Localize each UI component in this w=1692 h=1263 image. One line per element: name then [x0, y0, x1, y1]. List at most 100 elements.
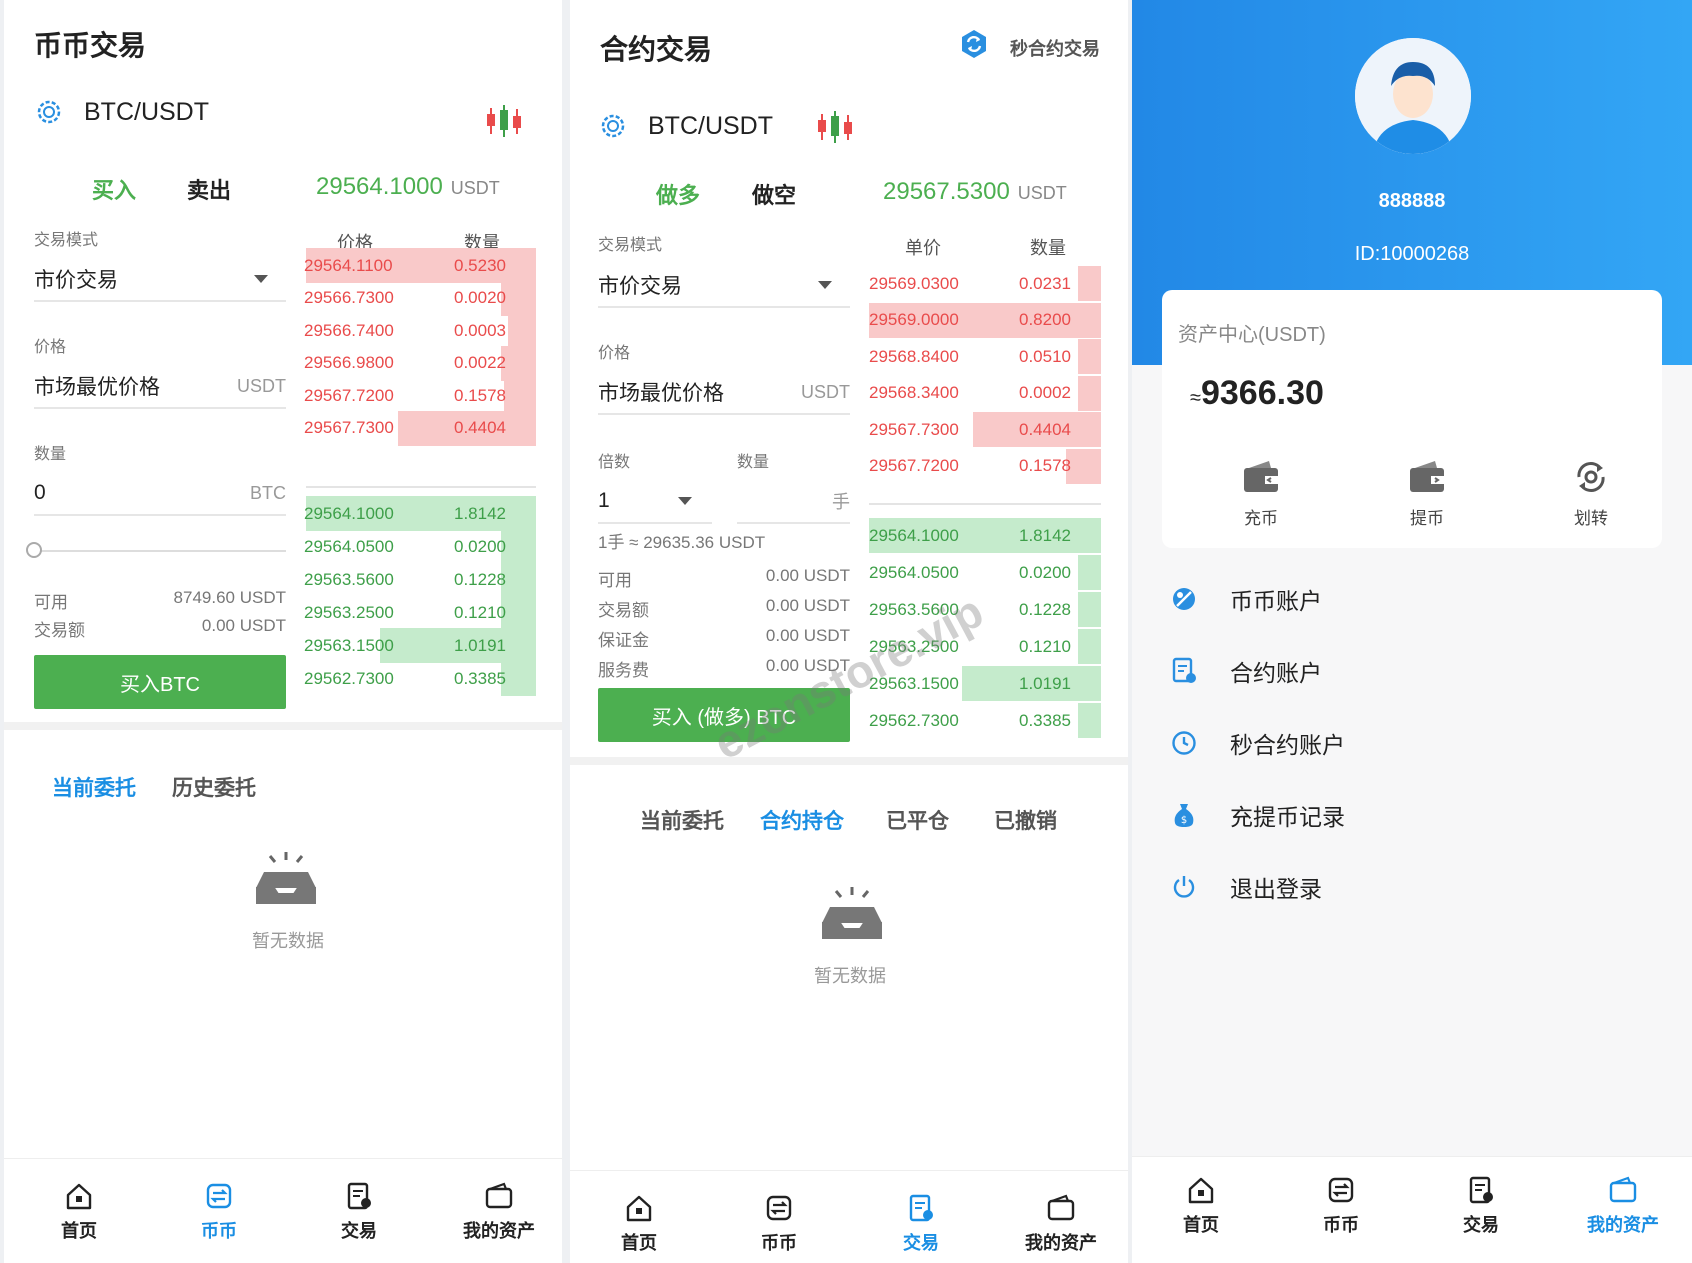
ask-row[interactable]: 29567.7200 0.1578 [294, 378, 536, 413]
tab-open-positions[interactable]: 合约持仓 [760, 805, 844, 835]
qty-slider-handle[interactable] [26, 542, 42, 558]
transfer-button[interactable]: 划转 [1546, 458, 1636, 529]
menu-logout[interactable]: 退出登录 [1170, 870, 1322, 904]
ask-row[interactable]: 29569.0000 0.8200 [859, 302, 1101, 338]
pair-label: BTC/USDT [84, 97, 209, 126]
bid-row[interactable]: 29563.2500 0.1210 [859, 629, 1101, 664]
ask-row[interactable]: 29567.7200 0.1578 [859, 448, 1101, 484]
mode-label: 交易模式 [598, 237, 663, 254]
bid-row[interactable]: 29564.1000 1.8142 [859, 518, 1101, 553]
order-price: 29563.1500 [304, 635, 394, 655]
withdraw-wallet-icon [1410, 461, 1444, 492]
withdraw-button[interactable]: 提币 [1382, 458, 1472, 529]
second-contract-link[interactable]: 秒合约交易 [1010, 35, 1100, 61]
tab-cancelled[interactable]: 已撤销 [994, 805, 1057, 835]
bid-row[interactable]: 29563.5600 0.1228 [294, 562, 536, 597]
price-label: 价格 [598, 345, 631, 362]
nav-spot[interactable]: 币币 [1286, 1175, 1396, 1237]
sell-tab[interactable]: 卖出 [187, 173, 231, 205]
deposit-button[interactable]: 充币 [1216, 458, 1306, 529]
ask-row[interactable]: 29566.7400 0.0003 [294, 313, 536, 348]
empty-text: 暂无数据 [814, 966, 886, 986]
avatar[interactable] [1355, 38, 1471, 154]
buy-btc-button[interactable]: 买入BTC [34, 655, 286, 709]
deposit-wallet-icon [1244, 461, 1278, 492]
ask-row[interactable]: 29568.8400 0.0510 [859, 339, 1101, 374]
pair-selector[interactable]: BTC/USDT [598, 111, 773, 141]
menu-spot-account[interactable]: 币币账户 [1170, 582, 1322, 616]
order-price: 29569.0300 [869, 273, 959, 293]
order-qty: 0.5230 [454, 255, 506, 275]
refresh-icon[interactable] [958, 28, 990, 60]
short-tab[interactable]: 做空 [752, 178, 796, 210]
wallet-icon [1609, 1176, 1637, 1203]
ask-row[interactable]: 29564.1100 0.5230 [294, 248, 536, 283]
nav-home[interactable]: 首页 [24, 1181, 134, 1243]
nav-spot[interactable]: 币币 [164, 1181, 274, 1243]
bid-row[interactable]: 29564.0500 0.0200 [294, 529, 536, 564]
bid-row[interactable]: 29563.1500 1.0191 [859, 666, 1101, 701]
mode-select[interactable]: 市价交易 [598, 264, 850, 308]
long-tab[interactable]: 做多 [656, 178, 700, 210]
ask-row[interactable]: 29567.7300 0.4404 [859, 412, 1101, 447]
ask-row[interactable]: 29567.7300 0.4404 [294, 410, 536, 446]
pair-selector[interactable]: BTC/USDT [34, 97, 209, 127]
ask-row[interactable]: 29566.7300 0.0020 [294, 280, 536, 316]
bid-row[interactable]: 29563.1500 1.0191 [294, 628, 536, 663]
lot-info: 1手 ≈ 29635.36 USDT [598, 533, 766, 552]
nav-home[interactable]: 首页 [584, 1193, 694, 1255]
fee-row: 服务费 0.00 USDT [598, 656, 850, 680]
bid-row[interactable]: 29564.1000 1.8142 [294, 496, 536, 531]
qty-input[interactable]: 0 BTC [34, 472, 286, 516]
nav-assets[interactable]: 我的资产 [1006, 1193, 1116, 1255]
price-input[interactable]: 市场最优价格 USDT [34, 365, 286, 409]
bid-row[interactable]: 29563.2500 0.1210 [294, 595, 536, 630]
qty-slider-track[interactable] [34, 550, 286, 552]
bid-row[interactable]: 29562.7300 0.3385 [294, 661, 536, 696]
order-qty: 1.8142 [454, 503, 506, 523]
tab-closed-positions[interactable]: 已平仓 [886, 805, 949, 835]
ask-row[interactable]: 29569.0300 0.0231 [859, 266, 1101, 301]
menu-contract-account[interactable]: 合约账户 [1170, 654, 1322, 688]
tab-current-orders[interactable]: 当前委托 [640, 805, 724, 835]
nav-spot[interactable]: 币币 [724, 1193, 834, 1255]
nav-home[interactable]: 首页 [1146, 1175, 1256, 1237]
tab-current-orders[interactable]: 当前委托 [52, 772, 136, 802]
order-price: 29564.1100 [304, 255, 393, 275]
bid-row[interactable]: 29562.7300 0.3385 [859, 703, 1101, 738]
order-qty: 0.1578 [454, 385, 506, 405]
kline-chart-icon[interactable] [486, 104, 522, 138]
kline-chart-icon[interactable] [817, 110, 853, 144]
nav-assets[interactable]: 我的资产 [444, 1181, 554, 1243]
nav-trade[interactable]: 交易 [1426, 1175, 1536, 1237]
power-icon [1173, 876, 1195, 898]
price-label: 价格 [34, 339, 67, 356]
ask-row[interactable]: 29568.3400 0.0002 [859, 375, 1101, 411]
nav-assets[interactable]: 我的资产 [1568, 1175, 1678, 1237]
ask-row[interactable]: 29566.9800 0.0022 [294, 345, 536, 381]
home-icon [66, 1183, 92, 1210]
tab-history-orders[interactable]: 历史委托 [172, 772, 256, 802]
menu-second-contract-account[interactable]: 秒合约账户 [1170, 726, 1345, 760]
last-price: 29564.1000 USDT [316, 173, 500, 200]
order-qty: 0.0510 [1019, 346, 1071, 366]
asset-card: 资产中心(USDT) ≈9366.30 充币 提币 划转 [1162, 290, 1662, 548]
bid-row[interactable]: 29563.5600 0.1228 [859, 592, 1101, 627]
order-qty: 0.0003 [454, 320, 506, 340]
order-price: 29564.1000 [304, 503, 394, 523]
price-input[interactable]: 市场最优价格 USDT [598, 371, 850, 415]
leverage-select[interactable]: 1 [598, 480, 712, 524]
available-row: 可用 0.00 USDT [598, 566, 850, 590]
bid-row[interactable]: 29564.0500 0.0200 [859, 555, 1101, 590]
buy-tab[interactable]: 买入 [92, 173, 136, 205]
nav-trade[interactable]: 交易 [304, 1181, 414, 1243]
order-qty: 0.1210 [454, 602, 506, 622]
nav-trade[interactable]: 交易 [866, 1193, 976, 1255]
mode-select[interactable]: 市价交易 [34, 258, 286, 302]
qty-input[interactable]: 手 [737, 480, 850, 524]
menu-deposit-withdraw-records[interactable]: $ 充提币记录 [1170, 798, 1345, 832]
order-qty: 1.0191 [454, 635, 506, 655]
buy-long-button[interactable]: 买入 (做多) BTC [598, 688, 850, 742]
amount-row: 交易额 0.00 USDT [34, 616, 286, 640]
spot-exchange-icon [206, 1183, 232, 1209]
